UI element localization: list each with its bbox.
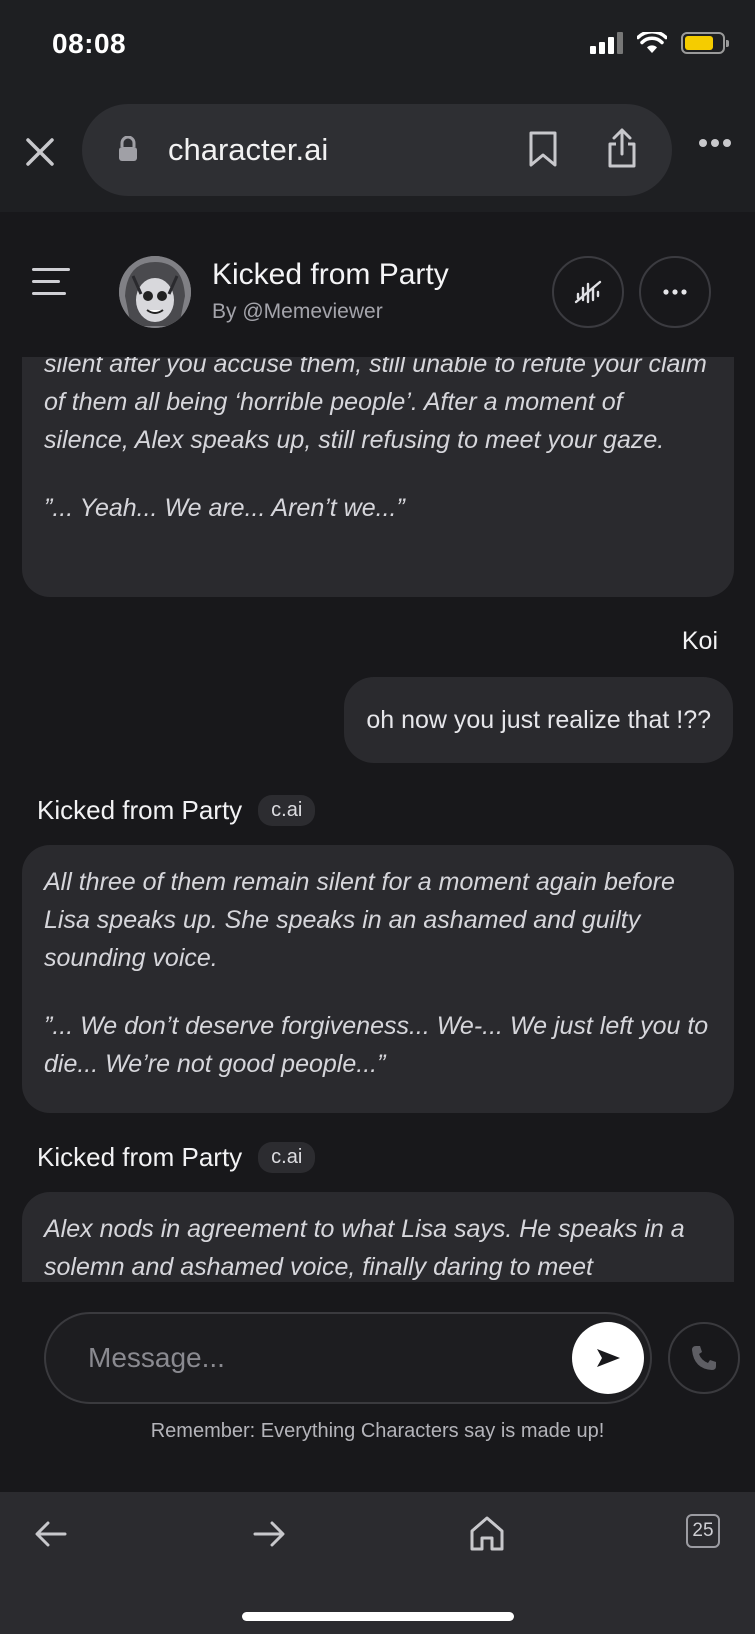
sender-name: Kicked from Party bbox=[37, 1142, 243, 1172]
disclaimer-text: Remember: Everything Characters say is m… bbox=[150, 1420, 605, 1442]
back-icon[interactable] bbox=[34, 1520, 68, 1548]
phone-icon bbox=[692, 1346, 716, 1370]
mute-voice-icon bbox=[574, 280, 602, 304]
message-bubble[interactable]: silent after you accuse them, still unab… bbox=[22, 357, 734, 597]
browser-bottom-bar: 25 bbox=[0, 1492, 755, 1634]
avatar-image bbox=[119, 256, 191, 328]
tabs-icon[interactable]: 25 bbox=[686, 1514, 720, 1548]
status-bar: 08:08 bbox=[0, 0, 755, 92]
chat-header: Kicked from Party By @Memeviewer bbox=[0, 212, 755, 357]
user-message-bubble[interactable]: oh now you just realize that !?? bbox=[344, 677, 733, 763]
user-name: Koi bbox=[681, 627, 718, 655]
forward-icon[interactable] bbox=[252, 1520, 286, 1548]
message-composer[interactable]: Message... bbox=[44, 1312, 652, 1404]
signal-icon bbox=[590, 32, 623, 54]
bookmark-icon[interactable] bbox=[528, 130, 558, 168]
character-name: Kicked from Party bbox=[212, 258, 449, 291]
close-icon[interactable] bbox=[22, 134, 58, 170]
message-bubble[interactable]: All three of them remain silent for a mo… bbox=[22, 845, 734, 1113]
cai-badge: c.ai bbox=[258, 795, 316, 826]
message-paragraph: ”... We don’t deserve forgiveness... We-… bbox=[44, 1012, 709, 1078]
user-message-text: oh now you just realize that !?? bbox=[366, 705, 711, 734]
home-indicator bbox=[242, 1612, 514, 1621]
message-paragraph: Alex nods in agreement to what Lisa says… bbox=[44, 1215, 685, 1281]
cai-badge: c.ai bbox=[258, 1142, 316, 1173]
browser-toolbar: character.ai bbox=[0, 92, 755, 212]
message-paragraph: All three of them remain silent for a mo… bbox=[44, 868, 675, 972]
call-button[interactable] bbox=[668, 1322, 740, 1394]
character-avatar[interactable] bbox=[119, 256, 191, 328]
wifi-icon bbox=[637, 32, 667, 53]
lock-icon bbox=[119, 136, 137, 161]
send-icon bbox=[597, 1349, 620, 1367]
url-text: character.ai bbox=[168, 132, 329, 167]
message-paragraph: silent after you accuse them, still unab… bbox=[44, 357, 707, 454]
sender-name: Kicked from Party bbox=[37, 795, 243, 825]
message-bubble[interactable]: Alex nods in agreement to what Lisa says… bbox=[22, 1192, 734, 1282]
status-icons bbox=[590, 32, 729, 54]
chat-messages[interactable]: silent after you accuse them, still unab… bbox=[0, 357, 755, 1282]
address-bar[interactable]: character.ai bbox=[82, 104, 672, 196]
chat-options-button[interactable] bbox=[639, 256, 711, 328]
status-time: 08:08 bbox=[52, 28, 127, 59]
more-icon bbox=[663, 289, 687, 295]
more-icon[interactable] bbox=[698, 138, 732, 148]
message-sender: Kicked from Party c.ai bbox=[37, 795, 316, 826]
mute-voice-button[interactable] bbox=[552, 256, 624, 328]
message-input[interactable]: Message... bbox=[88, 1342, 225, 1374]
message-paragraph: ”... Yeah... We are... Aren’t we...” bbox=[44, 494, 405, 522]
menu-icon[interactable] bbox=[32, 268, 70, 304]
creator-handle[interactable]: By @Memeviewer bbox=[212, 300, 383, 324]
share-icon[interactable] bbox=[606, 126, 638, 170]
home-icon[interactable] bbox=[468, 1514, 506, 1552]
send-button[interactable] bbox=[572, 1322, 644, 1394]
message-sender: Kicked from Party c.ai bbox=[37, 1142, 316, 1173]
battery-icon bbox=[681, 32, 729, 54]
